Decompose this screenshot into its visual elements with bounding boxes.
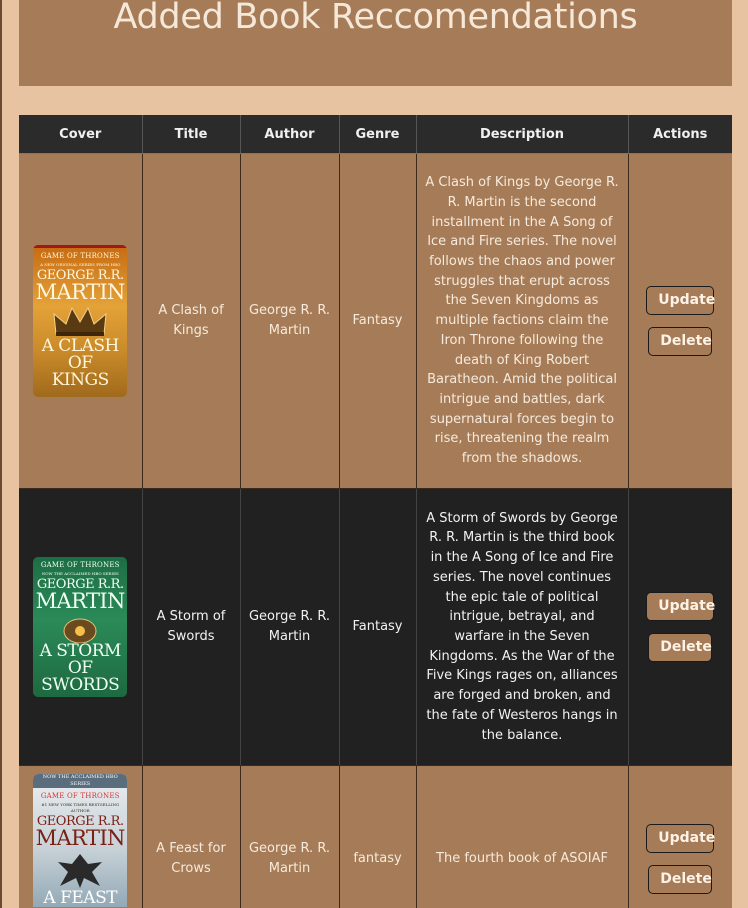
helmet-icon — [63, 618, 97, 643]
actions-cell: Update Delete — [627, 765, 732, 908]
column-header-description: Description — [415, 115, 628, 154]
page-title: Added Book Reccomendations — [113, 0, 638, 37]
title-cell: A Storm of Swords — [141, 488, 240, 766]
column-header-cover: Cover — [19, 115, 142, 154]
author-cell: George R. R. Martin — [239, 488, 339, 766]
title-cell: A Clash of Kings — [141, 153, 240, 489]
column-header-actions: Actions — [627, 115, 732, 154]
cover-cell: GAME OF THRONES NOW THE ACCLAIMED HBO SE… — [19, 488, 142, 766]
cover-cell: NOW THE ACCLAIMED HBO SERIES GAME OF THR… — [19, 765, 142, 908]
table-header-row: Cover Title Author Genre Description Act… — [19, 115, 732, 154]
description-cell: The fourth book of ASOIAF — [415, 765, 628, 908]
genre-cell: fantasy — [338, 765, 416, 908]
genre-cell: Fantasy — [338, 153, 416, 489]
table-row: GAME OF THRONES A NEW ORIGINAL SERIES FR… — [19, 153, 732, 489]
book-table: Cover Title Author Genre Description Act… — [19, 115, 732, 908]
book-cover-image: GAME OF THRONES A NEW ORIGINAL SERIES FR… — [33, 245, 128, 397]
crow-icon — [58, 854, 103, 888]
column-header-author: Author — [239, 115, 339, 154]
genre-cell: Fantasy — [338, 488, 416, 766]
description-cell: A Storm of Swords by George R. R. Martin… — [415, 488, 628, 766]
book-cover-image: GAME OF THRONES NOW THE ACCLAIMED HBO SE… — [33, 557, 128, 697]
title-cell: A Feast for Crows — [141, 765, 240, 908]
author-cell: George R. R. Martin — [239, 765, 339, 908]
update-button[interactable]: Update — [646, 824, 715, 853]
table-row: GAME OF THRONES NOW THE ACCLAIMED HBO SE… — [19, 488, 732, 766]
update-button[interactable]: Update — [646, 592, 715, 621]
table-row: NOW THE ACCLAIMED HBO SERIES GAME OF THR… — [19, 765, 732, 908]
actions-cell: Update Delete — [627, 488, 732, 766]
book-cover-image: NOW THE ACCLAIMED HBO SERIES GAME OF THR… — [33, 774, 128, 907]
delete-button[interactable]: Delete — [648, 865, 713, 894]
description-cell: A Clash of Kings by George R. R. Martin … — [415, 153, 628, 489]
column-header-title: Title — [141, 115, 240, 154]
delete-button[interactable]: Delete — [648, 327, 713, 356]
page-header: Added Book Reccomendations — [19, 0, 732, 86]
crown-icon — [53, 306, 107, 336]
update-button[interactable]: Update — [646, 286, 715, 315]
page-left-border — [0, 0, 2, 908]
cover-cell: GAME OF THRONES A NEW ORIGINAL SERIES FR… — [19, 153, 142, 489]
column-header-genre: Genre — [338, 115, 416, 154]
page: Added Book Reccomendations Cover Title A… — [0, 0, 748, 908]
delete-button[interactable]: Delete — [648, 633, 713, 662]
author-cell: George R. R. Martin — [239, 153, 339, 489]
actions-cell: Update Delete — [627, 153, 732, 489]
